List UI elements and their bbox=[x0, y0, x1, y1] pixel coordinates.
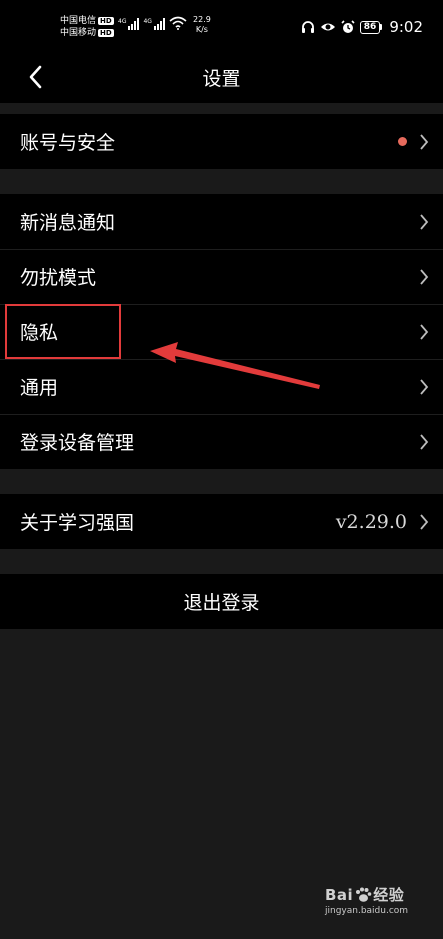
baidu-watermark: Bai 经验 jingyan.baidu.com bbox=[325, 884, 420, 917]
settings-item-label: 关于学习强国 bbox=[20, 512, 135, 534]
battery-level: 86 bbox=[359, 20, 381, 34]
eye-icon bbox=[320, 23, 335, 31]
hd-badge-2: HD bbox=[98, 29, 114, 37]
settings-item-general[interactable]: 通用 bbox=[0, 359, 443, 414]
paw-logo-icon bbox=[356, 887, 372, 902]
signal-1-icon: 4G bbox=[118, 18, 140, 30]
hd-badge-1: HD bbox=[98, 17, 114, 25]
status-bar: 中国电信 HD 中国移动 HD 4G 4G 22.9 K/s 86 9:02 bbox=[0, 0, 443, 50]
network-type-2: 4G bbox=[143, 18, 152, 25]
chevron-right-icon bbox=[420, 268, 429, 285]
battery-icon: 86 bbox=[359, 20, 383, 34]
chevron-right-icon bbox=[420, 433, 429, 450]
settings-group-account: 账号与安全 bbox=[0, 114, 443, 169]
logout-label: 退出登录 bbox=[183, 592, 260, 614]
settings-item-label: 勿扰模式 bbox=[20, 267, 97, 289]
settings-item-label: 登录设备管理 bbox=[20, 432, 135, 454]
settings-item-label: 通用 bbox=[20, 377, 59, 399]
alarm-icon bbox=[341, 20, 355, 33]
settings-item-about[interactable]: 关于学习强国 v2.29.0 bbox=[0, 494, 443, 549]
speed-value: 22.9 bbox=[193, 15, 211, 24]
chevron-right-icon bbox=[420, 513, 429, 530]
settings-item-account-security[interactable]: 账号与安全 bbox=[0, 114, 443, 169]
nav-bar: 设置 bbox=[0, 50, 443, 103]
settings-item-device-management[interactable]: 登录设备管理 bbox=[0, 414, 443, 469]
watermark-url: jingyan.baidu.com bbox=[325, 906, 409, 916]
carrier-info: 中国电信 HD 中国移动 HD bbox=[60, 15, 114, 39]
settings-item-do-not-disturb[interactable]: 勿扰模式 bbox=[0, 249, 443, 304]
annotation-highlight-box bbox=[5, 304, 121, 359]
settings-item-label: 账号与安全 bbox=[20, 132, 116, 154]
app-version: v2.29.0 bbox=[335, 510, 407, 533]
carrier-1: 中国电信 bbox=[60, 16, 97, 26]
page-title: 设置 bbox=[202, 68, 241, 90]
logout-button[interactable]: 退出登录 bbox=[0, 574, 443, 629]
signal-indicators: 4G 4G bbox=[118, 16, 187, 30]
notification-dot bbox=[398, 137, 407, 146]
network-speed: 22.9 K/s bbox=[193, 15, 211, 35]
settings-item-notifications[interactable]: 新消息通知 bbox=[0, 194, 443, 249]
settings-item-label: 新消息通知 bbox=[20, 212, 116, 234]
chevron-right-icon bbox=[420, 213, 429, 230]
speed-unit: K/s bbox=[195, 25, 208, 34]
signal-2-icon: 4G bbox=[143, 18, 165, 30]
headphones-icon bbox=[301, 21, 314, 33]
chevron-right-icon bbox=[420, 133, 429, 150]
wifi-icon bbox=[169, 16, 187, 30]
chevron-right-icon bbox=[420, 323, 429, 340]
chevron-right-icon bbox=[420, 378, 429, 395]
clock: 9:02 bbox=[389, 18, 423, 36]
carrier-2: 中国移动 bbox=[60, 28, 97, 38]
settings-group-about: 关于学习强国 v2.29.0 bbox=[0, 494, 443, 549]
watermark-brand-left: Bai bbox=[325, 885, 354, 904]
status-icons: 86 9:02 bbox=[301, 18, 423, 36]
network-type-1: 4G bbox=[118, 18, 127, 25]
watermark-brand-right: 经验 bbox=[373, 886, 405, 904]
